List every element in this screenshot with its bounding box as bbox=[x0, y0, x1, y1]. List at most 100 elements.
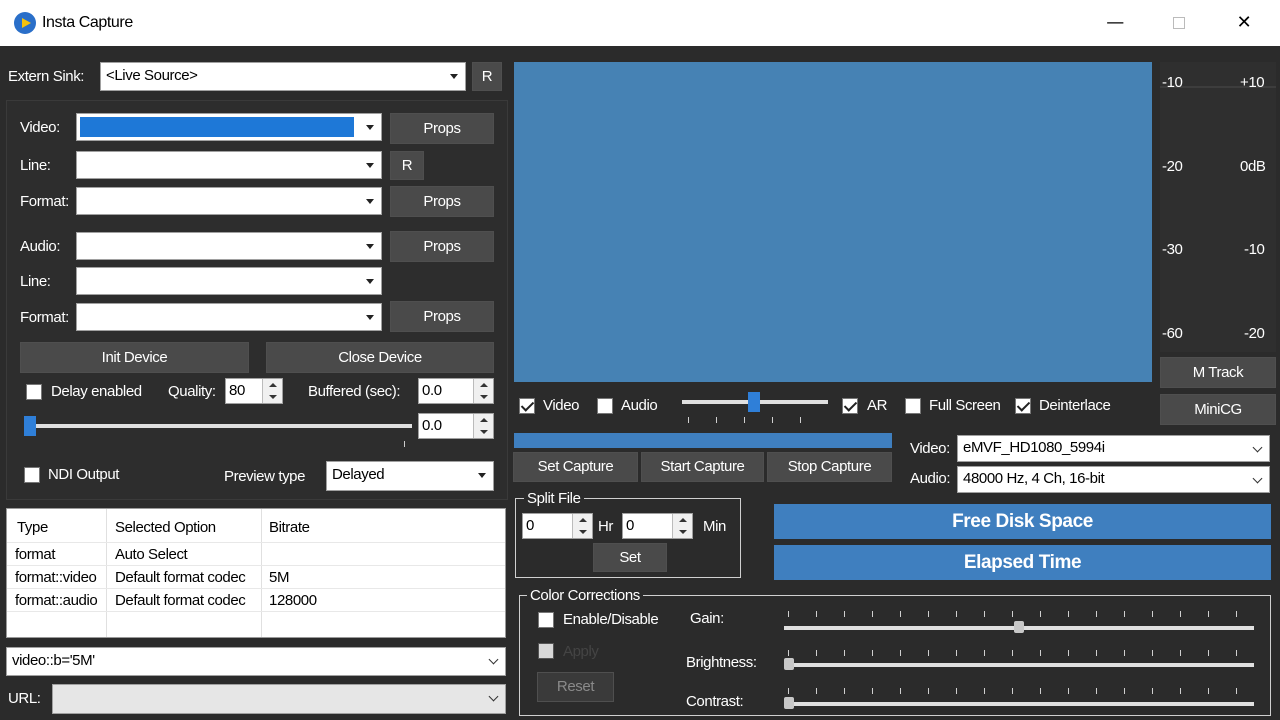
split-hours-label: Hr bbox=[598, 518, 614, 535]
minicg-button[interactable]: MiniCG bbox=[1160, 394, 1276, 425]
row-divider bbox=[7, 611, 505, 612]
ar-checkbox[interactable] bbox=[842, 398, 858, 414]
init-device-button[interactable]: Init Device bbox=[20, 342, 249, 373]
preview-video-checkbox[interactable] bbox=[519, 398, 535, 414]
set-capture-button[interactable]: Set Capture bbox=[513, 452, 638, 482]
table-cell[interactable]: format bbox=[15, 546, 56, 563]
deinterlace-checkbox[interactable] bbox=[1015, 398, 1031, 414]
url-input[interactable] bbox=[52, 684, 506, 714]
quality-value: 80 bbox=[229, 382, 245, 399]
brightness-slider-track[interactable] bbox=[784, 663, 1254, 667]
stop-capture-button[interactable]: Stop Capture bbox=[767, 452, 892, 482]
buffered-stepper[interactable]: 0.0 bbox=[418, 378, 494, 404]
output-audio-format-select[interactable]: 48000 Hz, 4 Ch, 16-bit bbox=[957, 466, 1270, 493]
capture-progress-fill bbox=[514, 433, 892, 448]
extern-sink-label: Extern Sink: bbox=[8, 68, 85, 85]
spinner-arrows-icon[interactable] bbox=[672, 514, 692, 538]
minimize-icon[interactable]: — bbox=[1092, 8, 1138, 38]
output-video-format-select[interactable]: eMVF_HD1080_5994i bbox=[957, 435, 1270, 462]
table-cell[interactable]: Default format codec bbox=[115, 592, 246, 609]
bitrate-option-input[interactable]: video::b='5M' bbox=[6, 647, 506, 676]
delay-enabled-checkbox[interactable] bbox=[26, 384, 42, 400]
m-track-button[interactable]: M Track bbox=[1160, 357, 1276, 388]
audio-format-select[interactable] bbox=[76, 303, 382, 331]
color-corrections-title: Color Corrections bbox=[527, 587, 643, 604]
contrast-slider-track[interactable] bbox=[784, 702, 1254, 706]
color-apply-label: Apply bbox=[563, 643, 599, 660]
chevron-down-icon bbox=[471, 462, 493, 490]
start-capture-button[interactable]: Start Capture bbox=[641, 452, 764, 482]
output-video-label: Video: bbox=[910, 440, 950, 457]
option-table[interactable]: Type Selected Option Bitrate format Auto… bbox=[6, 508, 506, 638]
table-cell[interactable]: 5M bbox=[269, 569, 289, 586]
video-format-select[interactable] bbox=[76, 187, 382, 215]
meter-left-label: -60 bbox=[1162, 325, 1183, 342]
brightness-slider-thumb[interactable] bbox=[784, 658, 794, 670]
color-reset-button[interactable]: Reset bbox=[537, 672, 614, 702]
close-device-button[interactable]: Close Device bbox=[266, 342, 494, 373]
extern-sink-select[interactable]: <Live Source> bbox=[100, 62, 466, 91]
column-header-type[interactable]: Type bbox=[17, 519, 48, 536]
audio-line-select[interactable] bbox=[76, 267, 382, 295]
video-line-select[interactable] bbox=[76, 151, 382, 179]
slider-value-stepper[interactable]: 0.0 bbox=[418, 413, 494, 439]
gain-slider-thumb[interactable] bbox=[1014, 621, 1024, 633]
video-props-button[interactable]: Props bbox=[390, 113, 494, 144]
column-divider bbox=[261, 509, 262, 637]
color-enable-checkbox[interactable] bbox=[538, 612, 554, 628]
video-preview[interactable] bbox=[514, 62, 1152, 382]
video-device-select[interactable] bbox=[76, 113, 382, 141]
spinner-arrows-icon[interactable] bbox=[262, 379, 282, 403]
spinner-arrows-icon[interactable] bbox=[473, 414, 493, 438]
table-cell[interactable]: Auto Select bbox=[115, 546, 188, 563]
chevron-down-icon bbox=[359, 268, 381, 294]
ndi-output-checkbox[interactable] bbox=[24, 467, 40, 483]
close-icon[interactable]: ✕ bbox=[1221, 8, 1267, 38]
audio-props-button[interactable]: Props bbox=[390, 231, 494, 262]
split-set-button[interactable]: Set bbox=[593, 543, 667, 572]
column-divider bbox=[106, 509, 107, 637]
column-header-selected-option[interactable]: Selected Option bbox=[115, 519, 216, 536]
table-cell[interactable]: 128000 bbox=[269, 592, 317, 609]
column-header-bitrate[interactable]: Bitrate bbox=[269, 519, 310, 536]
meter-left-label: -20 bbox=[1162, 158, 1183, 175]
spinner-arrows-icon[interactable] bbox=[473, 379, 493, 403]
split-minutes-stepper[interactable]: 0 bbox=[622, 513, 693, 539]
chevron-down-icon bbox=[359, 188, 381, 214]
video-selection-highlight bbox=[80, 117, 354, 137]
audio-label: Audio: bbox=[20, 238, 61, 255]
app-play-icon bbox=[14, 12, 36, 34]
delay-slider-thumb[interactable] bbox=[24, 416, 36, 436]
table-cell[interactable]: Default format codec bbox=[115, 569, 246, 586]
quality-stepper[interactable]: 80 bbox=[225, 378, 283, 404]
preview-slider-thumb[interactable] bbox=[748, 392, 760, 412]
delay-slider-track[interactable] bbox=[24, 424, 412, 428]
capture-progress-bar bbox=[514, 433, 892, 448]
format-props-button[interactable]: Props bbox=[390, 186, 494, 217]
free-disk-space-display: Free Disk Space bbox=[774, 504, 1271, 539]
preview-slider-ticks bbox=[688, 417, 828, 423]
preview-type-select[interactable]: Delayed bbox=[326, 461, 494, 491]
preview-audio-label: Audio bbox=[621, 397, 658, 414]
meter-right-label: -20 bbox=[1244, 325, 1265, 342]
table-cell[interactable]: format::video bbox=[15, 569, 97, 586]
audio-format-props-button[interactable]: Props bbox=[390, 301, 494, 332]
split-minutes-value: 0 bbox=[626, 517, 634, 534]
line-refresh-button[interactable]: R bbox=[390, 151, 424, 180]
audio-meter-panel bbox=[1160, 62, 1276, 352]
output-audio-label: Audio: bbox=[910, 470, 951, 487]
contrast-slider-thumb[interactable] bbox=[784, 697, 794, 709]
spinner-arrows-icon[interactable] bbox=[572, 514, 592, 538]
color-apply-checkbox[interactable] bbox=[538, 643, 554, 659]
audio-device-select[interactable] bbox=[76, 232, 382, 260]
preview-audio-checkbox[interactable] bbox=[597, 398, 613, 414]
video-format-label: Format: bbox=[20, 193, 69, 210]
maximize-icon[interactable] bbox=[1156, 8, 1202, 38]
brightness-label: Brightness: bbox=[686, 654, 757, 671]
table-cell[interactable]: format::audio bbox=[15, 592, 98, 609]
split-hours-stepper[interactable]: 0 bbox=[522, 513, 593, 539]
preview-video-label: Video bbox=[543, 397, 580, 414]
extern-sink-refresh-button[interactable]: R bbox=[472, 62, 502, 91]
full-screen-checkbox[interactable] bbox=[905, 398, 921, 414]
preview-type-label: Preview type bbox=[224, 468, 306, 485]
